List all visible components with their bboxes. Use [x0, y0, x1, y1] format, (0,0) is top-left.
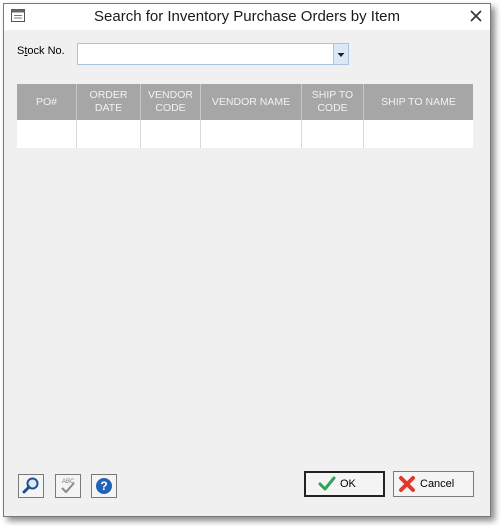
svg-text:?: ? — [100, 479, 107, 493]
table-row[interactable] — [17, 120, 473, 148]
magnifier-icon — [22, 477, 39, 494]
spellcheck-button[interactable]: ABC — [55, 474, 81, 498]
ok-button-label: OK — [340, 478, 356, 490]
cancel-button[interactable]: Cancel — [393, 471, 474, 497]
cancel-button-label: Cancel — [420, 478, 455, 490]
close-icon[interactable] — [468, 8, 484, 24]
checkmark-icon — [318, 476, 336, 491]
dropdown-arrow-button[interactable] — [333, 44, 348, 64]
column-header-ship-to-code[interactable]: SHIP TO CODE — [302, 84, 364, 120]
stock-no-label: Stock No. — [17, 45, 65, 57]
column-header-ship-to-name[interactable]: SHIP TO NAME — [364, 84, 473, 120]
table-cell[interactable] — [17, 120, 77, 148]
help-button[interactable]: ? — [91, 474, 117, 498]
table-cell[interactable] — [201, 120, 302, 148]
search-button[interactable] — [18, 474, 44, 498]
column-header-order-date[interactable]: ORDER DATE — [77, 84, 141, 120]
column-header-vendor-code[interactable]: VENDOR CODE — [141, 84, 201, 120]
column-header-po[interactable]: PO# — [17, 84, 77, 120]
red-x-icon — [399, 476, 415, 492]
table-cell[interactable] — [141, 120, 201, 148]
table-cell[interactable] — [77, 120, 141, 148]
stock-no-input[interactable] — [78, 44, 332, 64]
table-cell[interactable] — [364, 120, 473, 148]
table-cell[interactable] — [302, 120, 364, 148]
help-icon: ? — [96, 478, 112, 494]
stock-no-combobox[interactable] — [77, 43, 349, 65]
column-header-vendor-name[interactable]: VENDOR NAME — [201, 84, 302, 120]
title-bar: Search for Inventory Purchase Orders by … — [4, 4, 490, 30]
window-title: Search for Inventory Purchase Orders by … — [94, 8, 400, 25]
spellcheck-icon: ABC — [61, 479, 75, 494]
ok-button[interactable]: OK — [304, 471, 385, 497]
chevron-down-icon — [337, 53, 345, 57]
results-grid: PO# ORDER DATE VENDOR CODE VENDOR NAME S… — [17, 84, 473, 148]
grid-header: PO# ORDER DATE VENDOR CODE VENDOR NAME S… — [17, 84, 473, 120]
dialog-window: Search for Inventory Purchase Orders by … — [3, 3, 491, 517]
